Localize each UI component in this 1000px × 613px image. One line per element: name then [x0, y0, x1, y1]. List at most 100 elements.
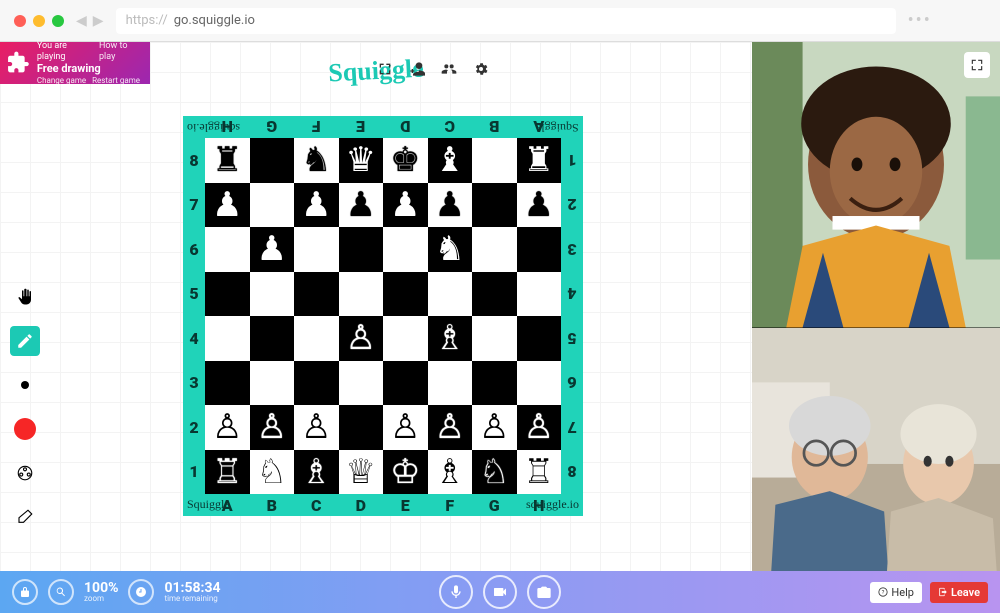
square[interactable]: ♝ [428, 138, 473, 183]
square[interactable]: ♟ [339, 183, 384, 228]
square[interactable] [250, 138, 295, 183]
nav-arrows: ◀ ▶ [76, 13, 104, 29]
maximize-window-icon[interactable] [52, 15, 64, 27]
pencil-tool-icon[interactable] [10, 326, 40, 356]
square[interactable] [472, 183, 517, 228]
minimize-window-icon[interactable] [33, 15, 45, 27]
square[interactable] [517, 361, 562, 406]
square[interactable]: ♗ [428, 316, 473, 361]
canvas-area[interactable]: You are playing How to play Free drawing… [0, 42, 752, 613]
change-game-link[interactable]: Change game [37, 76, 86, 86]
square[interactable] [517, 227, 562, 272]
square[interactable] [294, 272, 339, 317]
help-button[interactable]: ?Help [870, 582, 922, 603]
square[interactable] [250, 316, 295, 361]
square[interactable] [472, 138, 517, 183]
add-user-icon[interactable] [404, 56, 430, 82]
square[interactable]: ♕ [339, 450, 384, 495]
lock-icon[interactable] [12, 579, 38, 605]
square[interactable] [472, 316, 517, 361]
square[interactable]: ♟ [428, 183, 473, 228]
zoom-icon[interactable] [48, 579, 74, 605]
square[interactable]: ♙ [383, 405, 428, 450]
square[interactable]: ♚ [383, 138, 428, 183]
restart-game-link[interactable]: Restart game [92, 76, 140, 86]
how-to-play-link[interactable]: How to play [99, 41, 144, 63]
square[interactable]: ♟ [517, 183, 562, 228]
square[interactable] [250, 183, 295, 228]
square[interactable]: ♙ [428, 405, 473, 450]
square[interactable]: ♙ [205, 405, 250, 450]
square[interactable]: ♜ [205, 138, 250, 183]
square[interactable] [294, 361, 339, 406]
square[interactable] [294, 316, 339, 361]
color-swatch-icon[interactable] [10, 414, 40, 444]
square[interactable] [383, 272, 428, 317]
square[interactable] [472, 227, 517, 272]
square[interactable]: ♖ [205, 450, 250, 495]
square[interactable]: ♟ [383, 183, 428, 228]
square[interactable] [472, 272, 517, 317]
square[interactable]: ♙ [472, 405, 517, 450]
square[interactable]: ♛ [339, 138, 384, 183]
camera-icon[interactable] [527, 575, 561, 609]
square[interactable]: ♞ [428, 227, 473, 272]
square[interactable] [250, 272, 295, 317]
square[interactable]: ♘ [250, 450, 295, 495]
hand-tool-icon[interactable] [10, 282, 40, 312]
close-window-icon[interactable] [14, 15, 26, 27]
forward-icon[interactable]: ▶ [93, 13, 104, 29]
square[interactable] [517, 272, 562, 317]
square[interactable]: ♟ [294, 183, 339, 228]
square[interactable] [339, 361, 384, 406]
square[interactable] [205, 227, 250, 272]
clock-icon[interactable] [128, 579, 154, 605]
square[interactable]: ♜ [517, 138, 562, 183]
square[interactable] [339, 405, 384, 450]
square[interactable]: ♟ [205, 183, 250, 228]
leave-button[interactable]: Leave [930, 582, 988, 603]
mic-icon[interactable] [439, 575, 473, 609]
square[interactable] [205, 361, 250, 406]
coord: G [472, 494, 517, 516]
square[interactable]: ♙ [294, 405, 339, 450]
board-grid[interactable]: ♜♞♛♚♝♜♟♟♟♟♟♟♟♞♙♗♙♙♙♙♙♙♙♖♘♗♕♔♗♘♖ [205, 138, 561, 494]
eraser-tool-icon[interactable] [10, 502, 40, 532]
users-icon[interactable] [436, 56, 462, 82]
square[interactable]: ♗ [428, 450, 473, 495]
browser-menu-icon[interactable]: ••• [908, 10, 932, 31]
stroke-size-icon[interactable] [10, 370, 40, 400]
square[interactable]: ♗ [294, 450, 339, 495]
square[interactable]: ♙ [517, 405, 562, 450]
coord: 3 [183, 361, 205, 406]
square[interactable] [383, 316, 428, 361]
square[interactable]: ♟ [250, 227, 295, 272]
square[interactable] [428, 361, 473, 406]
square[interactable] [294, 227, 339, 272]
square[interactable] [383, 361, 428, 406]
chess-board[interactable]: squiggle.io Squiggle Squiggle squiggle.i… [183, 116, 583, 516]
square[interactable]: ♘ [472, 450, 517, 495]
gear-icon[interactable] [468, 56, 494, 82]
square[interactable] [383, 227, 428, 272]
square[interactable] [428, 272, 473, 317]
video-icon[interactable] [483, 575, 517, 609]
square[interactable]: ♖ [517, 450, 562, 495]
video-tile-1[interactable] [752, 42, 1000, 328]
square[interactable]: ♔ [383, 450, 428, 495]
square[interactable] [517, 316, 562, 361]
back-icon[interactable]: ◀ [76, 13, 87, 29]
square[interactable] [472, 361, 517, 406]
square[interactable] [205, 316, 250, 361]
square[interactable] [339, 227, 384, 272]
color-picker-icon[interactable] [10, 458, 40, 488]
square[interactable]: ♞ [294, 138, 339, 183]
fullscreen-icon[interactable] [372, 56, 398, 82]
square[interactable] [339, 272, 384, 317]
square[interactable]: ♙ [250, 405, 295, 450]
square[interactable] [205, 272, 250, 317]
square[interactable] [250, 361, 295, 406]
expand-icon[interactable] [964, 52, 990, 78]
url-bar[interactable]: https:// go.squiggle.io [116, 8, 896, 34]
square[interactable]: ♙ [339, 316, 384, 361]
